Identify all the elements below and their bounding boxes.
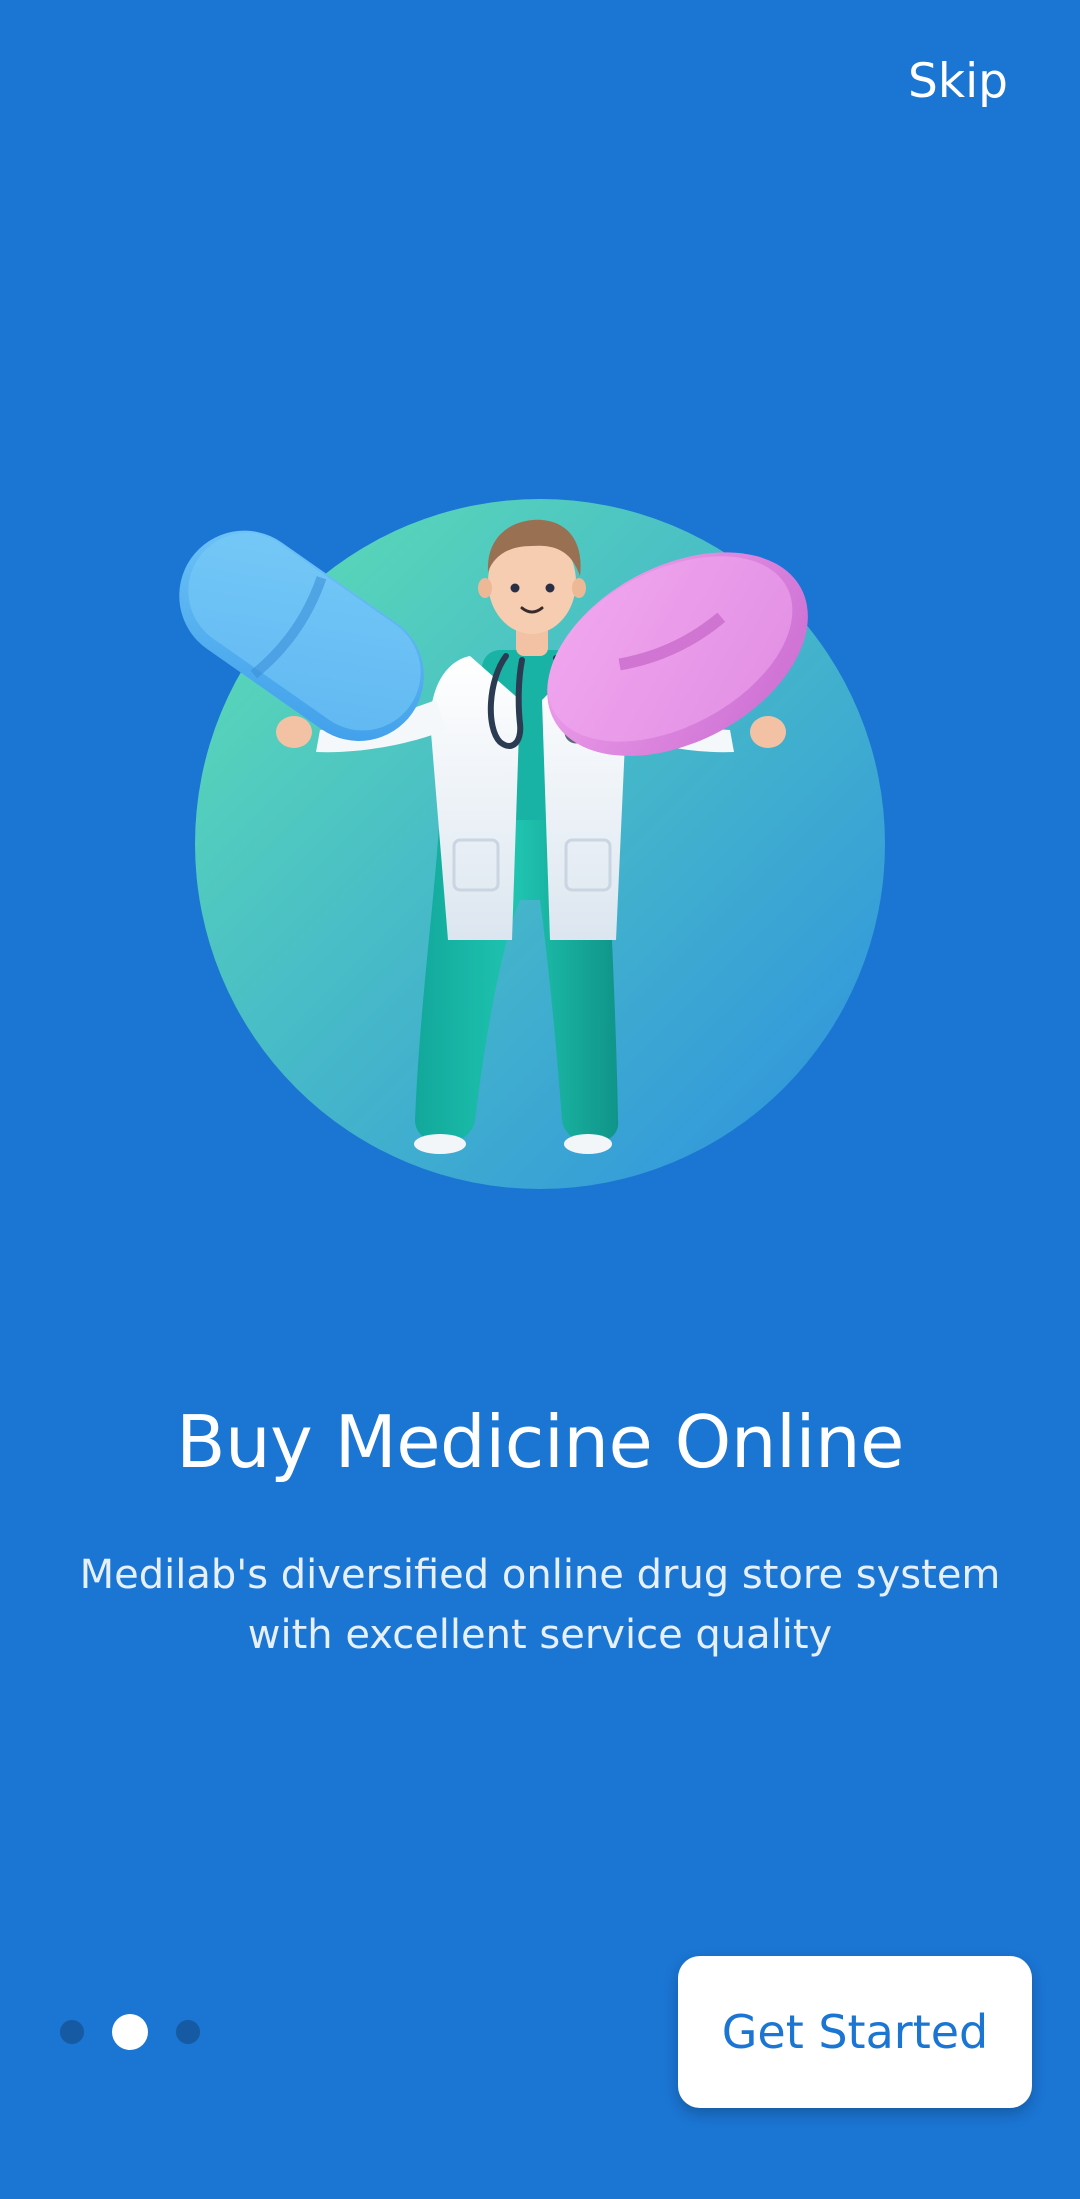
- skip-button[interactable]: Skip: [908, 54, 1008, 109]
- onboarding-description: Medilab's diversified online drug store …: [79, 1552, 1001, 1658]
- doctor-holding-pills-illustration: [179, 499, 885, 1189]
- page-indicator: [60, 2012, 232, 2052]
- onboarding-screen: Skip Buy Medicine Online Medilab's diver…: [0, 0, 1080, 2199]
- get-started-button[interactable]: Get Started: [678, 1956, 1032, 2108]
- page-indicator-dot-1[interactable]: [60, 2020, 84, 2044]
- onboarding-title: Buy Medicine Online: [176, 1400, 904, 1484]
- page-indicator-dot-2-active[interactable]: [112, 2014, 148, 2050]
- page-indicator-dot-3[interactable]: [176, 2020, 200, 2044]
